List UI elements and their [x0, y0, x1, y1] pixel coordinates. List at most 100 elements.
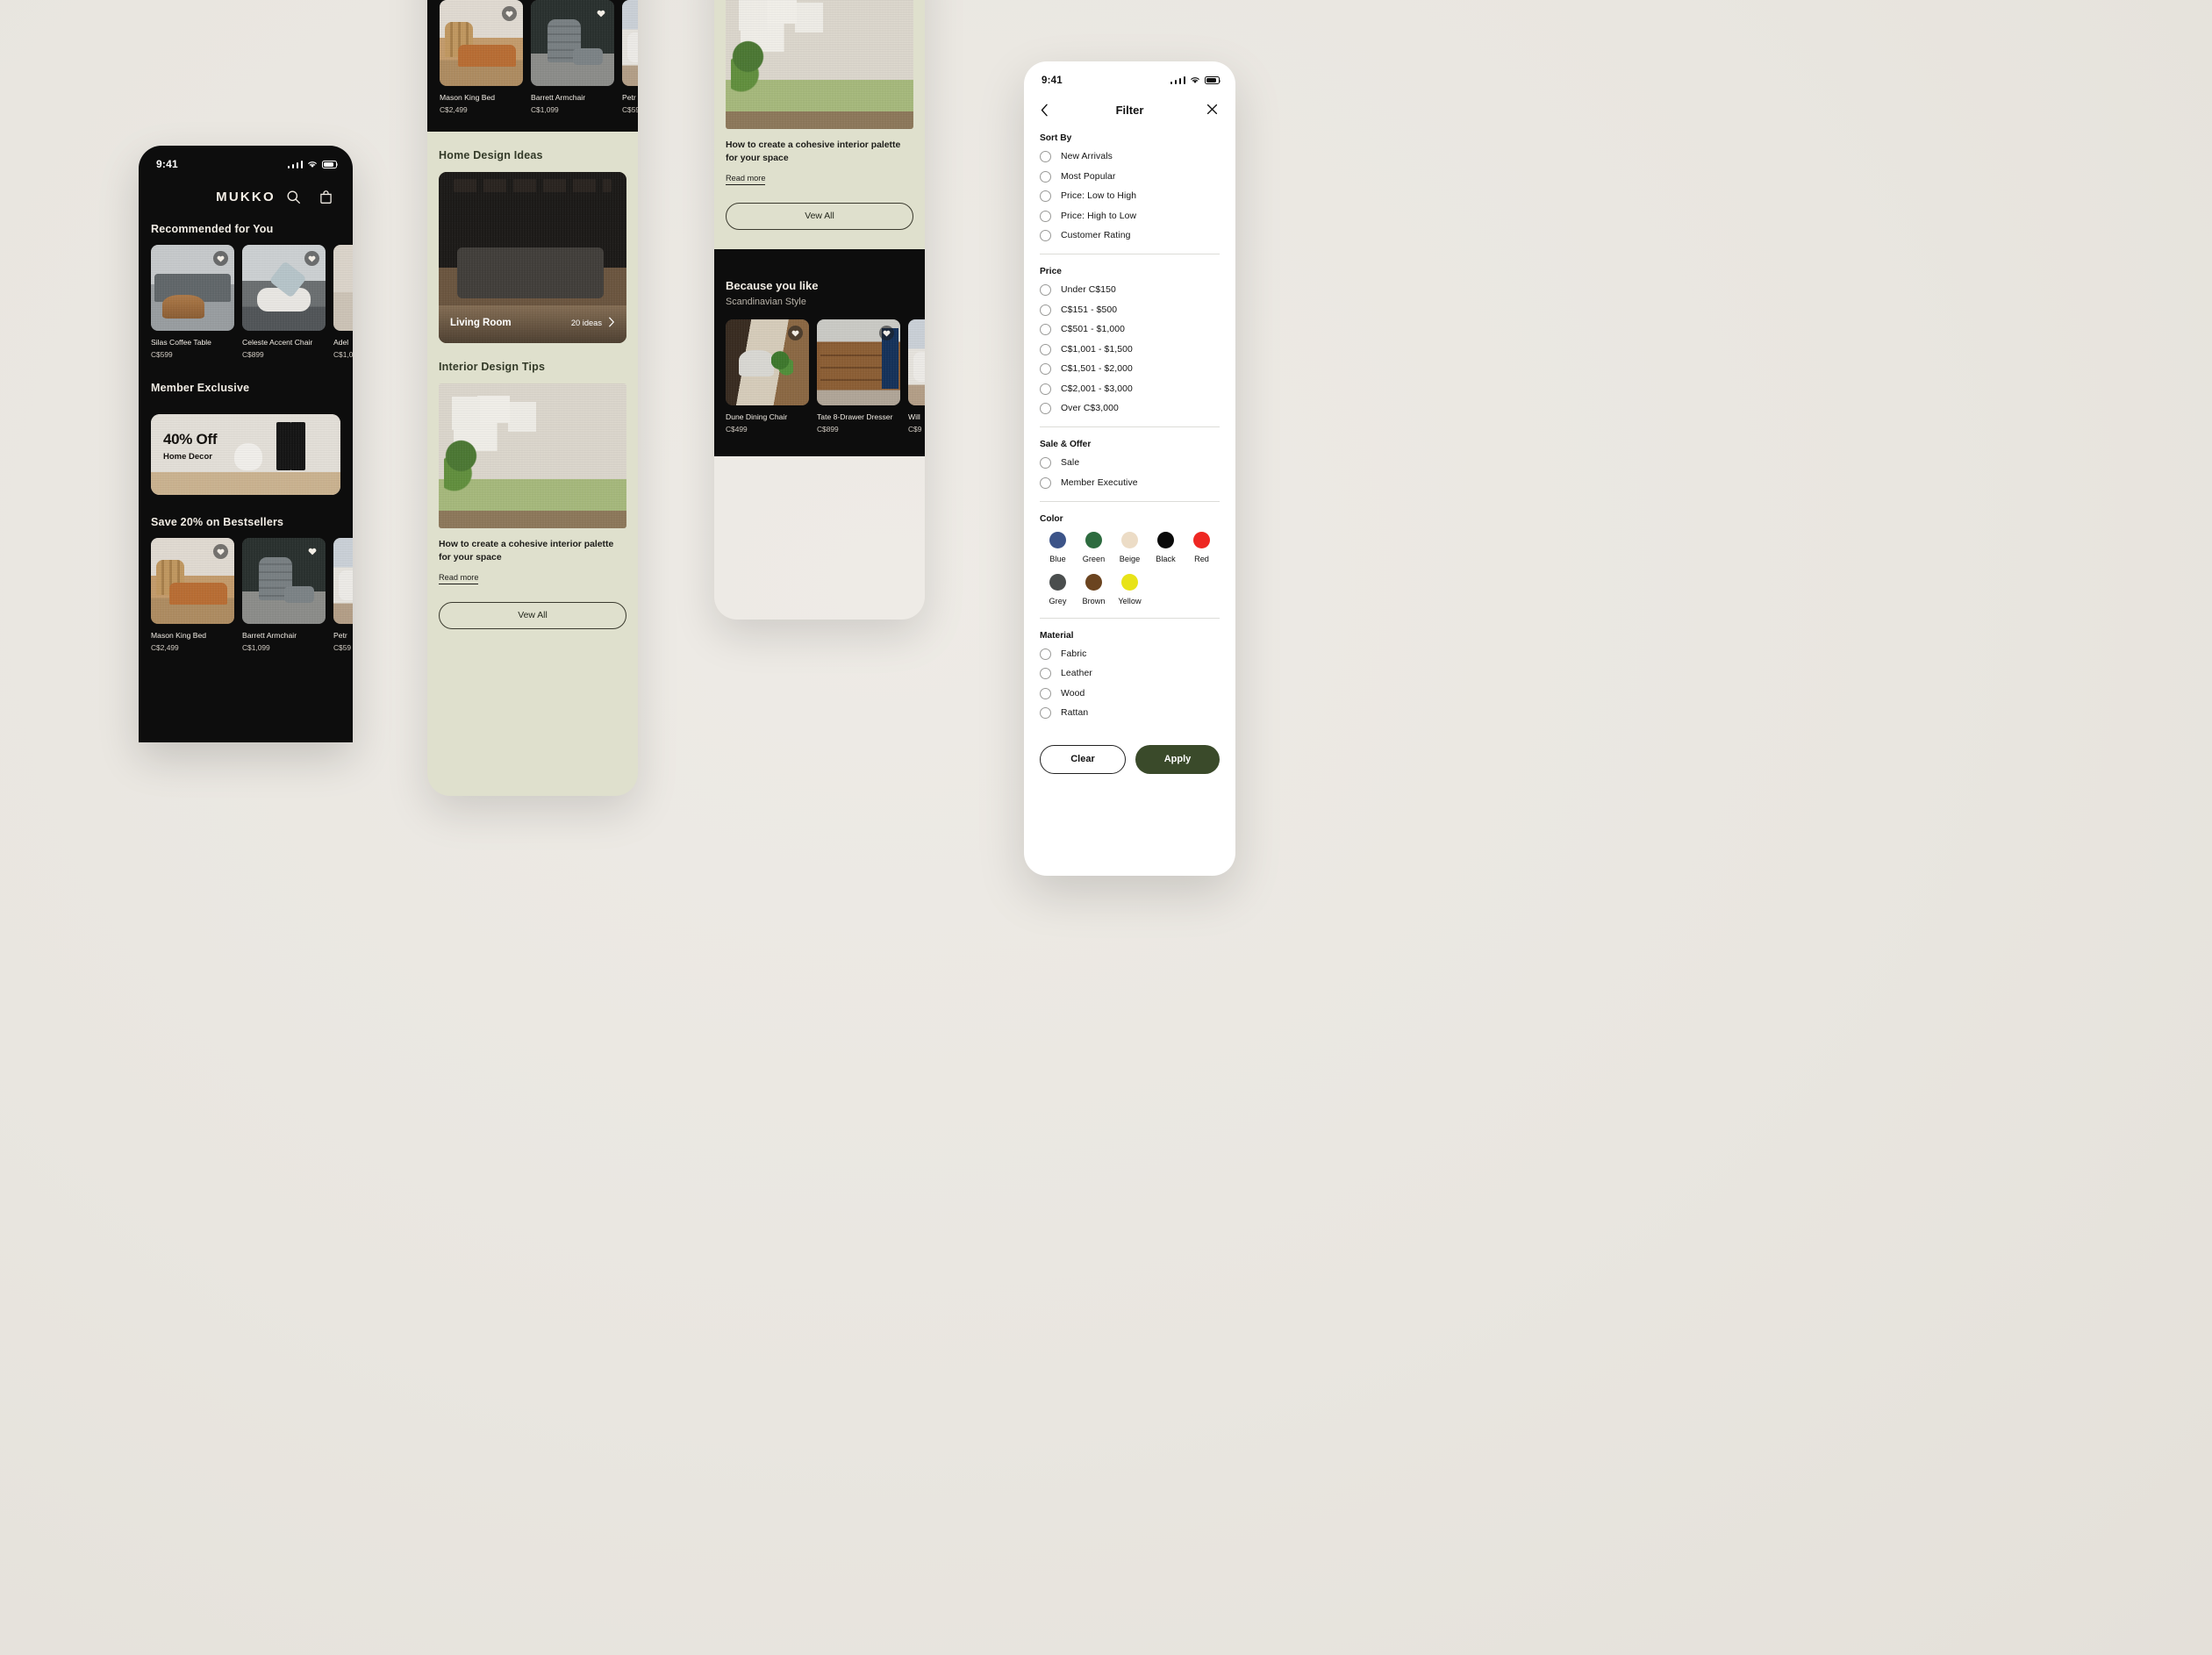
favorite-heart-icon[interactable]: [502, 6, 517, 21]
radio-icon[interactable]: [1040, 210, 1051, 222]
filter-group-color: Color Blue Green Beige Black Red Grey Br…: [1024, 514, 1235, 605]
radio-icon[interactable]: [1040, 230, 1051, 241]
mockup-canvas: 9:41 MUKKO Recommended for You Silas Cof…: [0, 0, 2212, 1655]
read-more-link[interactable]: Read more: [439, 573, 479, 585]
product-card[interactable]: Barrett Armchair C$1,099: [531, 0, 614, 114]
apply-button[interactable]: Apply: [1135, 744, 1220, 774]
swatch-dot[interactable]: [1121, 573, 1138, 591]
search-icon[interactable]: [286, 190, 301, 204]
member-exclusive-banner[interactable]: 40% Off Home Decor: [151, 414, 340, 495]
swatch-dot[interactable]: [1121, 531, 1138, 548]
radio-icon[interactable]: [1040, 324, 1051, 335]
color-swatch-grey[interactable]: Grey: [1040, 573, 1076, 605]
clear-button[interactable]: Clear: [1040, 744, 1126, 774]
product-card[interactable]: Adel C$1,0: [333, 245, 353, 359]
product-image: [151, 245, 234, 331]
swatch-dot[interactable]: [1157, 531, 1174, 548]
radio-icon[interactable]: [1040, 457, 1051, 469]
article-card[interactable]: How to create a cohesive interior palett…: [439, 383, 626, 585]
radio-icon[interactable]: [1040, 151, 1051, 162]
radio-option-501-1000[interactable]: C$501 - $1,000: [1040, 324, 1220, 335]
article-card[interactable]: How to create a cohesive interior palett…: [726, 0, 913, 186]
product-image: [333, 245, 353, 331]
radio-option-new-arrivals[interactable]: New Arrivals: [1040, 151, 1220, 162]
read-more-link[interactable]: Read more: [726, 174, 766, 186]
radio-option-151-500[interactable]: C$151 - $500: [1040, 304, 1220, 316]
product-card[interactable]: Barrett Armchair C$1,099: [242, 538, 326, 652]
option-label: Leather: [1061, 669, 1092, 678]
radio-option-1001-1500[interactable]: C$1,001 - $1,500: [1040, 343, 1220, 355]
radio-option-leather[interactable]: Leather: [1040, 668, 1220, 679]
color-swatch-grid[interactable]: Blue Green Beige Black Red Grey Brown Ye…: [1040, 531, 1220, 605]
view-all-button[interactable]: Vew All: [726, 203, 913, 231]
swatch-dot[interactable]: [1049, 573, 1066, 591]
product-row-bestsellers[interactable]: Mason King Bed C$2,499 Barrett Armchair …: [139, 538, 353, 652]
idea-card-living-room[interactable]: Living Room 20 ideas: [439, 172, 626, 343]
radio-icon[interactable]: [1040, 648, 1051, 660]
radio-icon[interactable]: [1040, 284, 1051, 296]
battery-icon: [1205, 76, 1221, 84]
product-image: [531, 0, 614, 86]
radio-option-over-3000[interactable]: Over C$3,000: [1040, 403, 1220, 414]
radio-option-rattan[interactable]: Rattan: [1040, 707, 1220, 719]
product-row-recommended[interactable]: Silas Coffee Table C$599 Celeste Accent …: [139, 245, 353, 359]
radio-option-customer-rating[interactable]: Customer Rating: [1040, 230, 1220, 241]
radio-icon[interactable]: [1040, 687, 1051, 699]
divider: [1040, 426, 1220, 427]
swatch-dot[interactable]: [1085, 531, 1102, 548]
color-swatch-brown[interactable]: Brown: [1076, 573, 1112, 605]
radio-icon[interactable]: [1040, 476, 1051, 489]
favorite-heart-icon[interactable]: [213, 251, 228, 266]
filter-group-price: Price Under C$150 C$151 - $500 C$501 - $…: [1024, 267, 1235, 414]
section-title-recommended: Recommended for You: [151, 223, 274, 235]
radio-option-price-high-to-low[interactable]: Price: High to Low: [1040, 210, 1220, 222]
radio-icon[interactable]: [1040, 363, 1051, 375]
favorite-heart-icon[interactable]: [593, 6, 608, 21]
favorite-heart-icon[interactable]: [304, 544, 319, 559]
radio-option-sale[interactable]: Sale: [1040, 457, 1220, 469]
radio-option-2001-3000[interactable]: C$2,001 - $3,000: [1040, 383, 1220, 395]
radio-icon[interactable]: [1040, 190, 1051, 202]
radio-icon[interactable]: [1040, 707, 1051, 719]
chevron-right-icon[interactable]: [608, 317, 615, 329]
product-card[interactable]: Celeste Accent Chair C$899: [242, 245, 326, 359]
close-icon[interactable]: [1206, 104, 1220, 117]
color-swatch-blue[interactable]: Blue: [1040, 531, 1076, 563]
radio-option-under-150[interactable]: Under C$150: [1040, 284, 1220, 296]
radio-icon[interactable]: [1040, 403, 1051, 414]
color-swatch-beige[interactable]: Beige: [1112, 531, 1148, 563]
radio-option-wood[interactable]: Wood: [1040, 687, 1220, 699]
color-swatch-green[interactable]: Green: [1076, 531, 1112, 563]
product-card[interactable]: Silas Coffee Table C$599: [151, 245, 234, 359]
swatch-dot[interactable]: [1085, 573, 1102, 591]
radio-option-member-executive[interactable]: Member Executive: [1040, 476, 1220, 489]
color-swatch-red[interactable]: Red: [1184, 531, 1220, 563]
swatch-dot[interactable]: [1193, 531, 1210, 548]
product-card[interactable]: Will C$9: [908, 319, 925, 433]
radio-icon[interactable]: [1040, 304, 1051, 316]
product-card[interactable]: Petr C$59: [622, 0, 638, 114]
view-all-button[interactable]: Vew All: [439, 602, 626, 630]
radio-icon[interactable]: [1040, 383, 1051, 395]
radio-icon[interactable]: [1040, 668, 1051, 679]
swatch-dot[interactable]: [1049, 531, 1066, 548]
product-card[interactable]: Mason King Bed C$2,499: [440, 0, 523, 114]
product-card[interactable]: Tate 8-Drawer Dresser C$899: [817, 319, 900, 433]
swatch-label: Beige: [1119, 554, 1141, 563]
product-card[interactable]: Petr C$59: [333, 538, 353, 652]
radio-icon[interactable]: [1040, 343, 1051, 355]
radio-option-fabric[interactable]: Fabric: [1040, 648, 1220, 660]
color-swatch-yellow[interactable]: Yellow: [1112, 573, 1148, 605]
product-card[interactable]: Mason King Bed C$2,499: [151, 538, 234, 652]
color-swatch-black[interactable]: Black: [1148, 531, 1184, 563]
favorite-heart-icon[interactable]: [213, 544, 228, 559]
radio-option-1501-2000[interactable]: C$1,501 - $2,000: [1040, 363, 1220, 375]
radio-option-price-low-to-high[interactable]: Price: Low to High: [1040, 190, 1220, 202]
radio-option-most-popular[interactable]: Most Popular: [1040, 170, 1220, 183]
chevron-left-icon[interactable]: [1040, 104, 1053, 117]
radio-icon[interactable]: [1040, 170, 1051, 183]
favorite-heart-icon[interactable]: [304, 251, 319, 266]
shopping-bag-icon[interactable]: [319, 190, 333, 204]
option-label: C$1,001 - $1,500: [1061, 344, 1133, 355]
product-card[interactable]: Dune Dining Chair C$499: [726, 319, 809, 433]
